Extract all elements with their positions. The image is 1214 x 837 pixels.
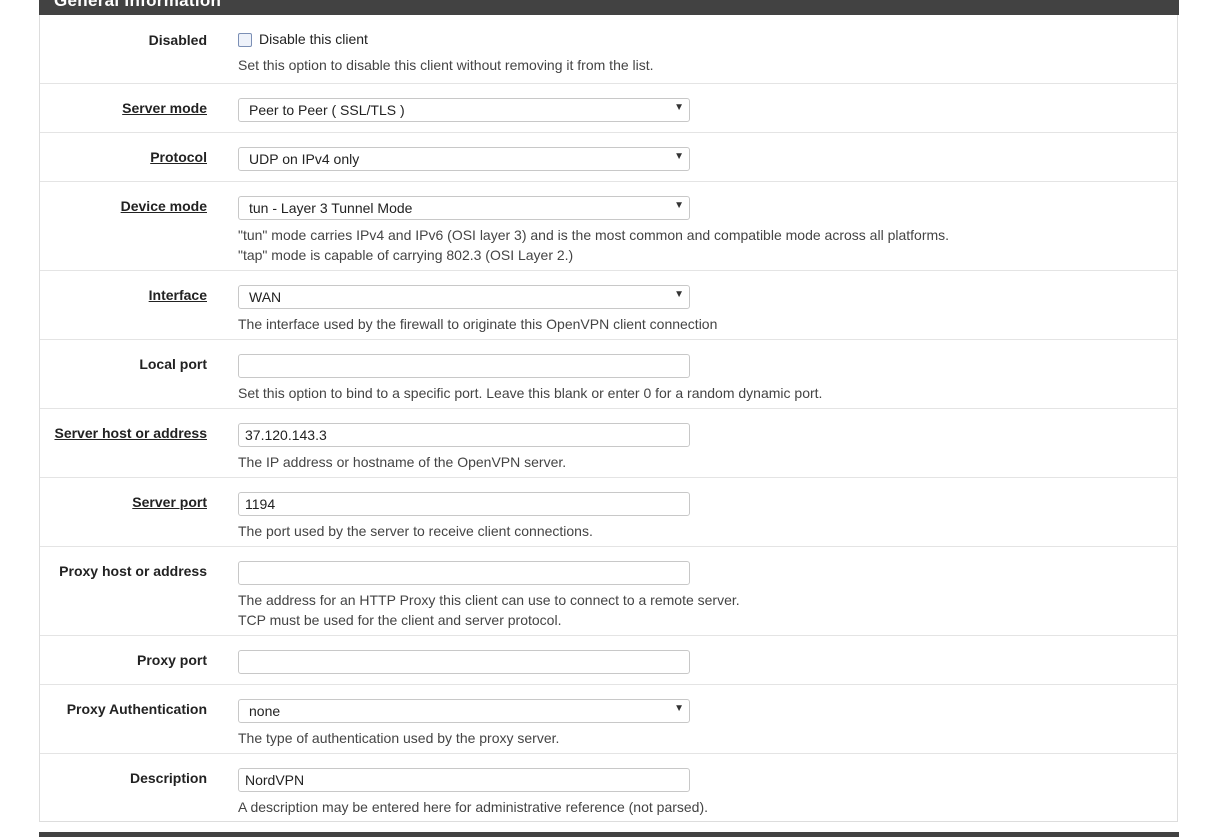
- help-disabled: Set this option to disable this client w…: [238, 57, 654, 73]
- row-interface: Interface WAN ▼ The interface used by th…: [40, 271, 1178, 340]
- label-interface: Interface: [148, 287, 207, 303]
- help-server-port: The port used by the server to receive c…: [238, 523, 593, 539]
- panel-heading: General Information: [39, 0, 1179, 15]
- server-port-input[interactable]: 1194: [238, 492, 690, 516]
- row-disabled: Disabled Disable this client Set this op…: [40, 15, 1178, 84]
- help-proxy-host: The address for an HTTP Proxy this clien…: [238, 592, 740, 608]
- row-device-mode: Device mode tun - Layer 3 Tunnel Mode ▼ …: [40, 182, 1178, 271]
- row-server-mode: Server mode Peer to Peer ( SSL/TLS ) ▼: [40, 84, 1178, 133]
- proxy-host-input[interactable]: [238, 561, 690, 585]
- help-interface: The interface used by the firewall to or…: [238, 316, 718, 332]
- label-server-host: Server host or address: [54, 425, 207, 441]
- row-protocol: Protocol UDP on IPv4 only ▼: [40, 133, 1178, 182]
- device-mode-select[interactable]: tun - Layer 3 Tunnel Mode ▼: [238, 196, 690, 220]
- row-server-host: Server host or address 37.120.143.3 The …: [40, 409, 1178, 478]
- proxy-auth-value: none: [249, 703, 281, 719]
- label-disabled: Disabled: [148, 32, 207, 48]
- protocol-value: UDP on IPv4 only: [249, 151, 360, 167]
- row-description: Description NordVPN A description may be…: [40, 754, 1178, 822]
- label-server-port: Server port: [132, 494, 207, 510]
- local-port-input[interactable]: [238, 354, 690, 378]
- help-proxy-auth: The type of authentication used by the p…: [238, 730, 560, 746]
- label-proxy-host: Proxy host or address: [59, 563, 207, 579]
- label-device-mode: Device mode: [120, 198, 207, 214]
- label-proxy-port: Proxy port: [136, 652, 207, 668]
- proxy-port-input[interactable]: [238, 650, 690, 674]
- label-local-port: Local port: [139, 356, 207, 372]
- server-host-value: 37.120.143.3: [245, 427, 327, 443]
- protocol-select[interactable]: UDP on IPv4 only ▼: [238, 147, 690, 171]
- row-proxy-port: Proxy port: [40, 636, 1178, 685]
- row-local-port: Local port Set this option to bind to a …: [40, 340, 1178, 409]
- label-protocol: Protocol: [150, 149, 207, 165]
- help-server-host: The IP address or hostname of the OpenVP…: [238, 454, 567, 470]
- caret-down-icon: ▼: [674, 151, 684, 162]
- label-proxy-auth: Proxy Authentication: [66, 701, 207, 717]
- row-proxy-host: Proxy host or address The address for an…: [40, 547, 1178, 636]
- label-description: Description: [129, 770, 207, 786]
- caret-down-icon: ▼: [674, 703, 684, 714]
- server-host-input[interactable]: 37.120.143.3: [238, 423, 690, 447]
- device-mode-value: tun - Layer 3 Tunnel Mode: [249, 200, 413, 216]
- row-server-port: Server port 1194 The port used by the se…: [40, 478, 1178, 547]
- section-title: General Information: [54, 0, 222, 10]
- server-port-value: 1194: [245, 496, 276, 512]
- caret-down-icon: ▼: [674, 289, 684, 300]
- help-description: A description may be entered here for ad…: [238, 799, 709, 815]
- interface-select[interactable]: WAN ▼: [238, 285, 690, 309]
- label-server-mode: Server mode: [122, 100, 207, 116]
- description-input[interactable]: NordVPN: [238, 768, 690, 792]
- description-value: NordVPN: [245, 772, 305, 788]
- help-device-mode-tun: "tun" mode carries IPv4 and IPv6 (OSI la…: [238, 227, 950, 243]
- interface-value: WAN: [249, 289, 282, 305]
- help-local-port: Set this option to bind to a specific po…: [238, 385, 823, 401]
- help-device-mode-tap: "tap" mode is capable of carrying 802.3 …: [238, 247, 574, 263]
- row-proxy-auth: Proxy Authentication none ▼ The type of …: [40, 685, 1178, 754]
- help-proxy-protocol: TCP must be used for the client and serv…: [238, 612, 562, 628]
- caret-down-icon: ▼: [674, 102, 684, 113]
- next-panel-heading: [39, 832, 1179, 837]
- server-mode-value: Peer to Peer ( SSL/TLS ): [249, 102, 405, 118]
- server-mode-select[interactable]: Peer to Peer ( SSL/TLS ) ▼: [238, 98, 690, 122]
- disable-client-checkbox[interactable]: [238, 33, 252, 47]
- disable-client-label[interactable]: Disable this client: [259, 31, 368, 47]
- caret-down-icon: ▼: [674, 200, 684, 211]
- proxy-auth-select[interactable]: none ▼: [238, 699, 690, 723]
